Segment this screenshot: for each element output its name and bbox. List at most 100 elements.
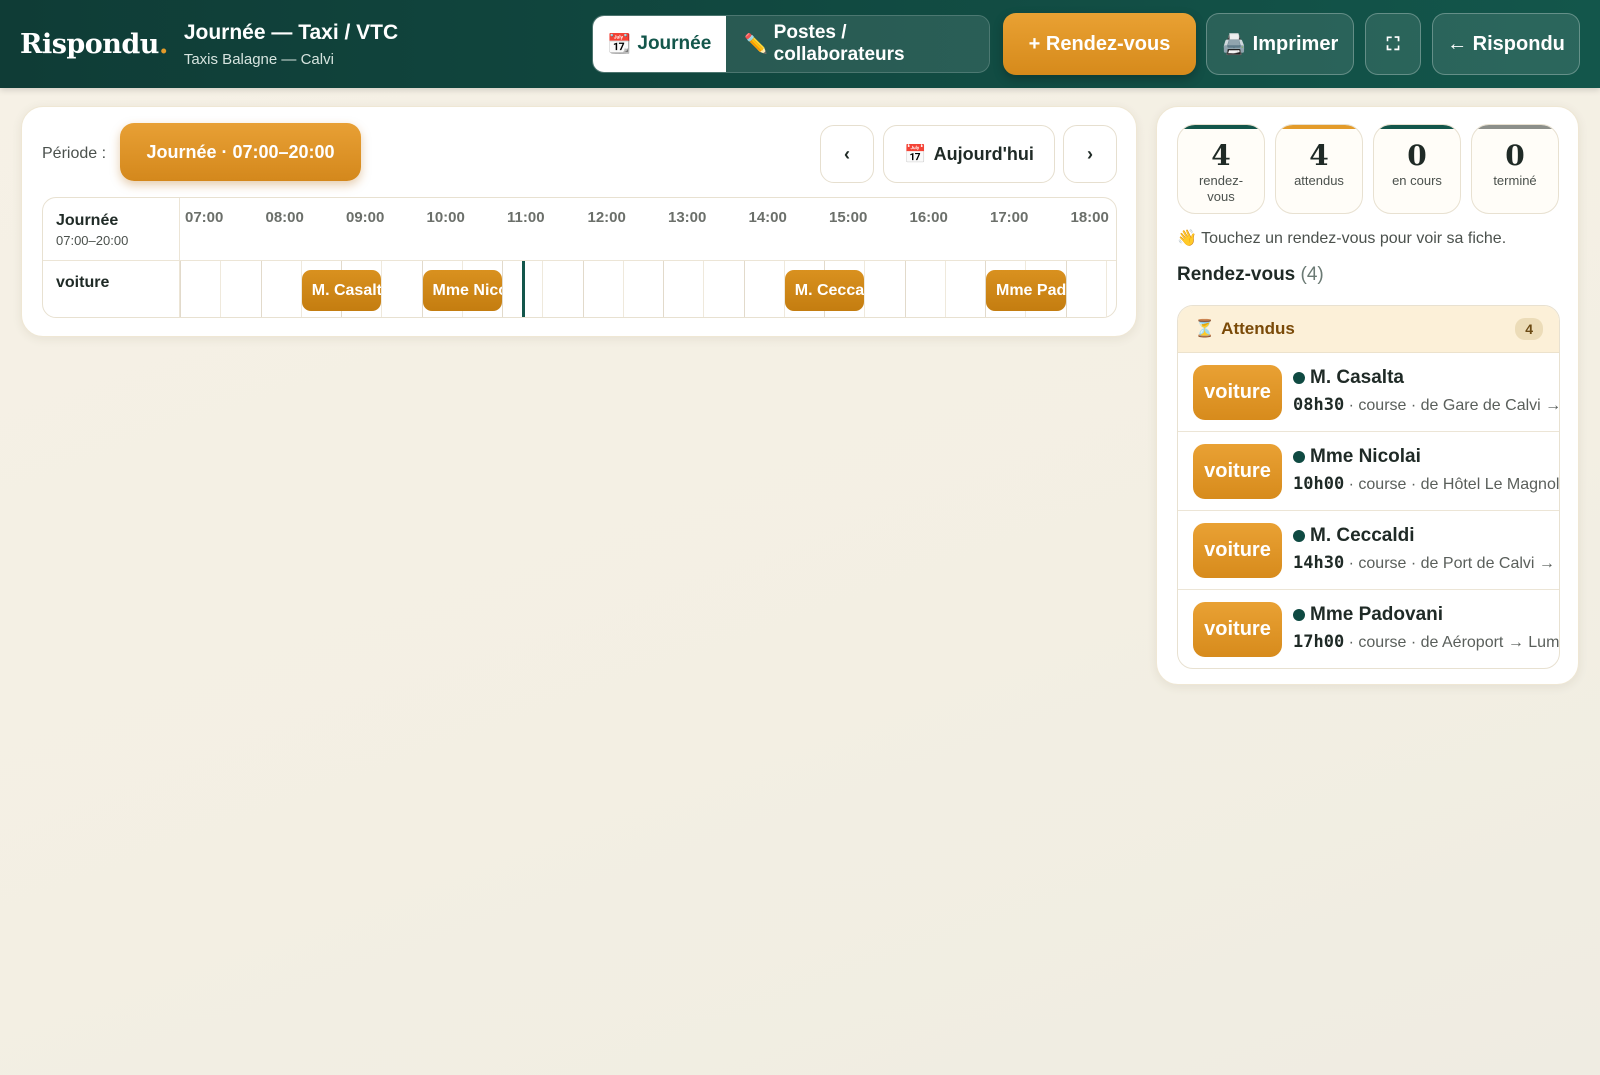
stat-label: attendus xyxy=(1294,173,1344,188)
grid-tick xyxy=(703,261,705,317)
appointment-item[interactable]: voiture Mme Nicolai 10h00 · course · de Hô… xyxy=(1178,432,1559,511)
calendar-icon: 📆 xyxy=(607,34,632,55)
appointment-item[interactable]: voiture M. Ceccaldi 14h30 · course · de Po… xyxy=(1178,511,1559,590)
appointment-route: · course · de Aéroport → Lumio xyxy=(1344,634,1560,651)
planner-card: Période : Journée · 07:00–20:00 ‹ 📅 Aujo… xyxy=(21,106,1137,337)
appointment-details: 17h00 · course · de Aéroport → Lumio xyxy=(1293,632,1560,652)
timeline-header: Journée 07:00–20:00 07:00 08:00 09:00 10:00… xyxy=(43,198,1116,261)
grid-tick xyxy=(864,261,866,317)
fullscreen-icon: ⛶ xyxy=(1386,33,1400,54)
today-button[interactable]: 📅 Aujourd'hui xyxy=(883,125,1055,183)
appointment-time: 10h00 xyxy=(1293,474,1345,494)
grid-tick xyxy=(743,261,745,317)
timeline-corner: Journée 07:00–20:00 xyxy=(43,198,180,260)
hour-label: 15:00 xyxy=(829,209,868,226)
vehicle-tag: voiture xyxy=(1193,523,1282,578)
event-block[interactable]: M. Ceccaldi xyxy=(784,270,865,311)
grid-tick xyxy=(260,261,262,317)
appointment-item[interactable]: voiture M. Casalta 08h30 · course · de Gar… xyxy=(1178,353,1559,432)
group-attendus: ⏳ Attendus 4 voiture M. Casalta 08h30 · co… xyxy=(1177,305,1560,669)
stat-attendus: 4 attendus xyxy=(1275,124,1363,214)
period-label: Période : xyxy=(42,145,107,162)
previous-day-button[interactable]: ‹ xyxy=(820,125,874,183)
grid-tick xyxy=(502,261,503,317)
back-to-rispondu-button[interactable]: ← Rispondu xyxy=(1432,13,1580,75)
stat-label: en cours xyxy=(1392,173,1442,188)
print-label: Imprimer xyxy=(1252,32,1339,55)
view-switcher: 📆 Journée ✏️ Postes / collaborateurs xyxy=(592,15,990,73)
group-header[interactable]: ⏳ Attendus 4 xyxy=(1178,306,1559,353)
grid-tick xyxy=(663,261,664,317)
appointment-details: 10h00 · course · de Hôtel Le Magnolia xyxy=(1293,474,1560,494)
hint-text: 👋 Touchez un rendez-vous pour voir sa fi… xyxy=(1177,230,1507,247)
grid-tick xyxy=(582,261,584,317)
day-range: 07:00–20:00 xyxy=(56,233,129,248)
status-dot xyxy=(1293,372,1305,384)
current-time-indicator xyxy=(522,261,526,317)
stat-value: 0 xyxy=(1407,139,1427,172)
page-title: Journée — Taxi / VTC xyxy=(183,20,399,44)
appointment-route: · course · de Gare de Calvi → xyxy=(1344,397,1560,414)
hour-label: 17:00 xyxy=(990,209,1029,226)
grid-tick xyxy=(944,261,946,317)
stat-en-cours: 0 en cours xyxy=(1373,124,1461,214)
hour-label: 16:00 xyxy=(909,209,948,226)
hour-label: 10:00 xyxy=(426,209,465,226)
appointment-time: 17h00 xyxy=(1293,632,1345,652)
appointments-panel: 4 rendez-vous 4 attendus 0 en cours 0 te… xyxy=(1156,106,1579,685)
vehicle-tag: voiture xyxy=(1193,444,1282,499)
print-button[interactable]: 🖨️ Imprimer xyxy=(1206,13,1354,75)
app-logo[interactable]: Rispondu. xyxy=(20,29,168,60)
appointment-time: 14h30 xyxy=(1293,553,1345,573)
page-subtitle: Taxis Balagne — Calvi xyxy=(183,50,334,68)
hour-label: 12:00 xyxy=(587,209,626,226)
hour-label: 14:00 xyxy=(748,209,787,226)
timeline-row-voiture: voiture M. Casalta Mme Nicolai M. Ceccaldi… xyxy=(43,261,1116,317)
period-selector[interactable]: Journée · 07:00–20:00 xyxy=(120,123,361,181)
today-label: Aujourd'hui xyxy=(933,143,1034,164)
grid-tick xyxy=(180,261,181,317)
status-dot xyxy=(1293,609,1305,621)
hour-label: 09:00 xyxy=(346,209,385,226)
tab-journee-label: Journée xyxy=(637,33,712,54)
pencil-icon: ✏️ xyxy=(744,34,768,55)
appointment-route: · course · de Hôtel Le Magnolia xyxy=(1344,476,1560,493)
appointment-route: · course · de Port de Calvi → xyxy=(1344,555,1555,572)
event-block[interactable]: M. Casalta xyxy=(301,270,382,311)
group-count-badge: 4 xyxy=(1515,318,1543,340)
day-title: Journée xyxy=(56,212,119,229)
section-title: Rendez-vous (4) xyxy=(1177,264,1324,285)
tab-postes-label: Postes / collaborateurs xyxy=(773,22,905,65)
group-label: Attendus xyxy=(1221,319,1295,338)
appointment-time: 08h30 xyxy=(1293,395,1345,415)
tab-journee[interactable]: 📆 Journée xyxy=(593,16,726,72)
new-appointment-button[interactable]: + Rendez-vous xyxy=(1003,13,1196,75)
grid-tick xyxy=(542,261,544,317)
appointment-details: 14h30 · course · de Port de Calvi → xyxy=(1293,553,1559,573)
client-name: M. Ceccaldi xyxy=(1293,525,1415,547)
client-name: Mme Nicolai xyxy=(1293,446,1421,468)
next-day-button[interactable]: › xyxy=(1063,125,1117,183)
stat-termine: 0 terminé xyxy=(1471,124,1559,214)
appointment-details: 08h30 · course · de Gare de Calvi → xyxy=(1293,395,1560,415)
vehicle-tag: voiture xyxy=(1193,365,1282,420)
event-block[interactable]: Mme Nicolai xyxy=(422,270,502,311)
fullscreen-button[interactable]: ⛶ xyxy=(1365,13,1421,75)
row-label: voiture xyxy=(56,274,110,291)
grid-tick xyxy=(1105,261,1107,317)
grid-tick xyxy=(1065,261,1067,317)
printer-icon: 🖨️ xyxy=(1221,33,1247,56)
client-name: Mme Padovani xyxy=(1293,604,1443,626)
hour-label: 07:00 xyxy=(185,209,224,226)
status-dot xyxy=(1293,530,1305,542)
hour-label: 11:00 xyxy=(507,209,545,226)
vehicle-tag: voiture xyxy=(1193,602,1282,657)
client-name: M. Casalta xyxy=(1293,367,1404,389)
stat-value: 0 xyxy=(1505,139,1525,172)
event-block[interactable]: Mme Padovani xyxy=(986,270,1066,311)
appointment-item[interactable]: voiture Mme Padovani 17h00 · course · de A… xyxy=(1178,590,1560,668)
tab-postes[interactable]: ✏️ Postes / collaborateurs xyxy=(726,16,989,72)
page-title-block: Journée — Taxi / VTC Taxis Balagne — Cal… xyxy=(184,21,398,68)
row-label-cell: voiture xyxy=(43,261,180,317)
hour-label: 18:00 xyxy=(1070,209,1109,226)
